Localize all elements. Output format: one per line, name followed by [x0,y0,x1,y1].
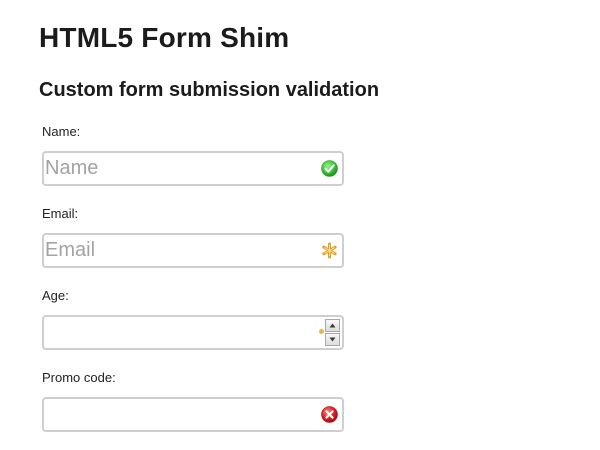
age-label: Age: [42,288,69,303]
increment-button[interactable] [325,319,340,332]
name-label: Name: [42,124,81,139]
section-title: Custom form submission validation [39,79,380,101]
required-asterisk-icon [321,242,338,259]
promo-code-input[interactable] [44,399,314,430]
promo-code-label: Promo code: [42,370,116,385]
page-title: HTML5 Form Shim [39,22,290,53]
age-stepper[interactable] [325,319,340,346]
name-field[interactable] [42,151,344,186]
status-dot-icon [319,329,324,334]
email-input[interactable] [44,235,314,266]
form-page: HTML5 Form Shim Custom form submission v… [0,0,600,450]
age-input[interactable] [44,317,294,348]
name-input[interactable] [44,153,314,184]
arrow-up-icon [329,323,336,328]
decrement-button[interactable] [325,333,340,346]
promo-code-field[interactable] [42,397,344,432]
age-field[interactable] [42,315,344,350]
email-field[interactable] [42,233,344,268]
arrow-down-icon [329,337,336,342]
valid-check-icon [321,160,338,177]
invalid-x-icon [321,406,338,423]
email-label: Email: [42,206,79,221]
